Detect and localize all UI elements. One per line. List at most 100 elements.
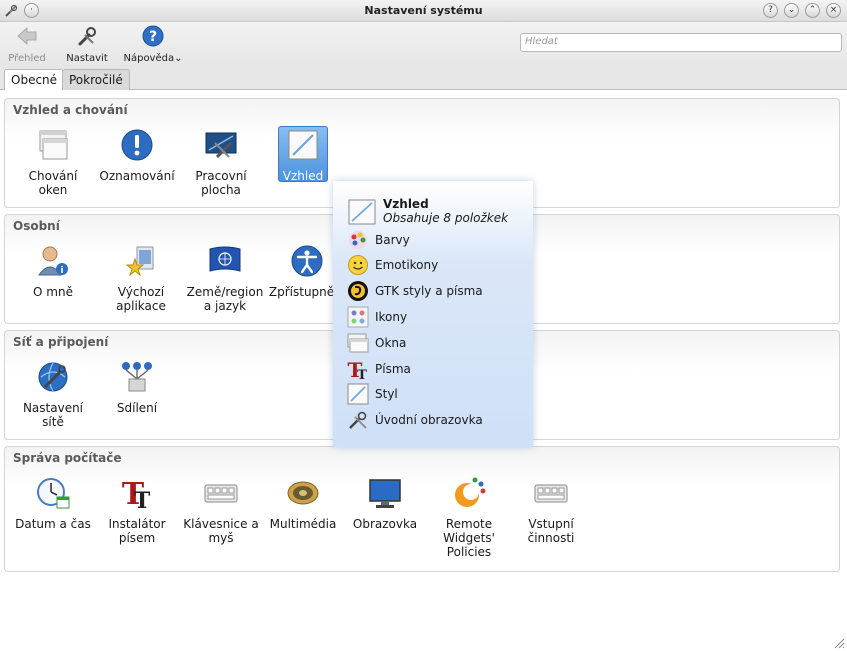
chevron-down-icon: ⌄ (174, 53, 183, 64)
item-label: Nastavení sítě (22, 401, 84, 429)
popup-item-label: Emotikony (375, 258, 439, 272)
sharing-icon (122, 362, 152, 392)
popup-item-emoticons[interactable]: Emotikony (347, 254, 438, 276)
style-icon (347, 383, 369, 405)
svg-text:i: i (60, 266, 63, 276)
help-button-label: Nápověda⌄ (123, 53, 183, 64)
item-desktop[interactable]: Pracovní plocha (181, 127, 261, 197)
svg-text:T: T (134, 488, 151, 511)
popup-item-label: Okna (375, 336, 407, 350)
icons-icon (347, 306, 369, 328)
item-label: Země/region a jazyk (186, 285, 264, 313)
item-keyboard-mouse[interactable]: Klávesnice a myš (181, 475, 261, 545)
item-default-apps[interactable]: Výchozí aplikace (101, 243, 181, 313)
item-sharing[interactable]: Sdílení (97, 359, 177, 415)
item-label: Obrazovka (352, 517, 418, 531)
title-bar: · Nastavení systému ? ⌄ ⌃ × (0, 0, 847, 22)
popup-item-splash-screen[interactable]: Úvodní obrazovka (347, 409, 483, 431)
item-about-me[interactable]: i O mně (13, 243, 93, 299)
toolbar: Přehled Nastavit ? Nápověda⌄ Hledat (0, 22, 847, 66)
item-label: Vzhled (282, 169, 324, 183)
item-remote-widgets[interactable]: Remote Widgets' Policies (429, 475, 509, 559)
group-title: Síť a připojení (13, 335, 109, 349)
item-label: O mně (33, 285, 73, 299)
network-settings-icon (38, 362, 68, 392)
notification-icon (121, 129, 153, 161)
popup-title: Vzhled (383, 197, 429, 211)
appearance-popup: Vzhled Obsahuje 8 položkek Barvy Emotiko… (333, 181, 533, 447)
group-title: Osobní (13, 219, 60, 233)
item-notifications[interactable]: Oznamování (97, 127, 177, 183)
emoticons-icon (348, 255, 368, 275)
fonts-icon: T T (348, 358, 368, 380)
tab-advanced[interactable]: Pokročilé (62, 69, 130, 90)
window-behavior-icon (39, 130, 68, 160)
item-multimedia[interactable]: Multimédia (263, 475, 343, 531)
group-title: Správa počítače (13, 451, 122, 465)
speaker-icon (287, 481, 319, 505)
help-window-button[interactable]: ? (763, 3, 778, 18)
item-region-language[interactable]: Země/region a jazyk (185, 243, 265, 313)
item-label: Oznamování (99, 169, 175, 183)
back-arrow-icon (17, 26, 37, 46)
item-window-behavior[interactable]: Chování oken (13, 127, 93, 197)
window-title: Nastavení systému (364, 4, 483, 17)
close-button[interactable]: × (826, 3, 841, 18)
back-button-label: Přehled (8, 53, 46, 64)
gtk-icon (348, 281, 368, 301)
item-label: Remote Widgets' Policies (443, 517, 495, 559)
windows-icon (347, 333, 369, 353)
minimize-button[interactable]: ⌄ (784, 3, 799, 18)
svg-text:?: ? (149, 29, 157, 45)
popup-item-style[interactable]: Styl (347, 383, 398, 405)
item-label: Chování oken (28, 169, 78, 197)
item-font-installer[interactable]: T T Instalátor písem (97, 475, 177, 545)
desktop-icon (205, 132, 237, 159)
search-input[interactable]: Hledat (520, 33, 842, 52)
resize-grip-icon[interactable] (833, 637, 845, 649)
appearance-icon (348, 199, 376, 225)
svg-text:T: T (357, 368, 367, 380)
group-system-administration: Správa počítače Datum a čas T T Instalát… (4, 446, 840, 572)
back-button[interactable]: Přehled (6, 25, 48, 64)
popup-item-label: Ikony (375, 310, 408, 324)
monitor-icon (369, 479, 401, 508)
popup-item-label: GTK styly a písma (375, 284, 483, 298)
item-appearance[interactable]: Vzhled (263, 127, 343, 183)
item-label: Multimédia (269, 517, 337, 531)
configure-button-label: Nastavit (66, 53, 108, 64)
popup-item-windows[interactable]: Okna (347, 332, 406, 354)
splash-screen-icon (349, 411, 367, 429)
popup-item-colors[interactable]: Barvy (347, 229, 410, 251)
default-apps-icon (125, 246, 154, 277)
remote-widgets-icon (455, 477, 486, 507)
configure-button[interactable]: Nastavit (64, 25, 110, 64)
font-installer-icon: T T (122, 477, 151, 514)
keyboard-icon (204, 484, 238, 503)
item-date-time[interactable]: Datum a čas (13, 475, 93, 531)
flag-icon (209, 246, 241, 272)
help-icon: ? (142, 25, 164, 47)
item-label: Sdílení (116, 401, 158, 415)
colors-icon (349, 231, 367, 249)
popup-subtitle: Obsahuje 8 položkek (383, 211, 509, 225)
input-actions-icon (534, 484, 568, 503)
item-label: Vstupní činnosti (527, 517, 575, 545)
item-input-actions[interactable]: Vstupní činnosti (511, 475, 591, 545)
tab-bar: Obecné Pokročilé (0, 66, 847, 91)
item-label: Výchozí aplikace (116, 285, 166, 313)
popup-item-label: Styl (375, 387, 398, 401)
popup-item-fonts[interactable]: T T Písma (347, 358, 411, 380)
wrench-icon (78, 27, 96, 46)
item-label: Pracovní plocha (195, 169, 247, 197)
item-label: Instalátor písem (108, 517, 166, 545)
help-button[interactable]: ? Nápověda⌄ (122, 25, 184, 64)
popup-item-icons[interactable]: Ikony (347, 306, 407, 328)
item-network-settings[interactable]: Nastavení sítě (13, 359, 93, 429)
tab-general[interactable]: Obecné (4, 69, 65, 91)
maximize-button[interactable]: ⌃ (805, 3, 820, 18)
popup-item-label: Písma (375, 362, 411, 376)
popup-item-gtk[interactable]: GTK styly a písma (347, 280, 483, 302)
item-label: Datum a čas (15, 517, 91, 531)
item-display[interactable]: Obrazovka (345, 475, 425, 531)
